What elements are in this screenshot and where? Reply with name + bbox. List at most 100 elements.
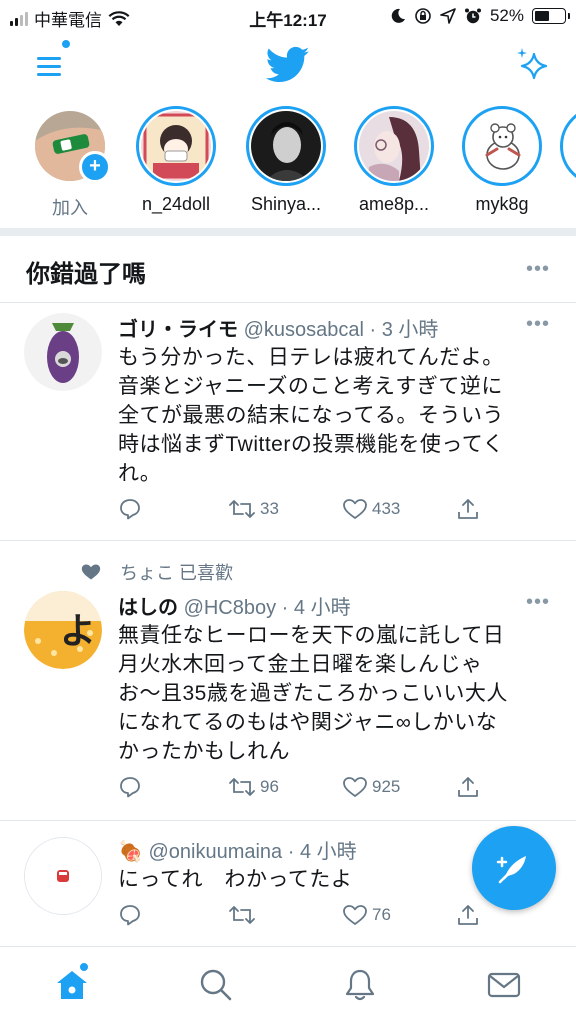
share-button[interactable] [456, 497, 480, 521]
tweet-line: もう分かった、日テレは疲れてんだよ。 [118, 346, 504, 369]
reply-button[interactable] [118, 497, 142, 521]
twitter-bird-icon[interactable] [266, 46, 310, 84]
share-button[interactable] [456, 903, 480, 927]
compose-tweet-button[interactable] [472, 826, 556, 910]
reply-button[interactable] [118, 903, 142, 927]
tab-messages[interactable] [484, 965, 524, 1005]
retweet-button[interactable]: 33 [228, 497, 279, 521]
tweet-actions: 96 925 [118, 775, 538, 805]
tweet-text: 無責任なヒーローを天下の嵐に託して日 月火水木回って金土日曜を楽しんじゃ お～且… [118, 621, 548, 766]
liked-by-label[interactable]: ちょこ 已喜歡 [120, 559, 233, 585]
battery-icon [532, 8, 570, 24]
heart-icon [343, 499, 367, 519]
fleet-add[interactable]: + 加入 [20, 106, 120, 220]
fleet-item[interactable]: ame8p... [344, 106, 444, 215]
section-divider [0, 228, 576, 236]
like-button[interactable]: 925 [342, 775, 400, 799]
like-button[interactable]: 76 [342, 903, 391, 927]
fleet-item[interactable]: Shinya... [236, 106, 336, 215]
like-count: 925 [372, 777, 401, 796]
tab-search[interactable] [196, 965, 236, 1005]
home-notification-dot [80, 963, 88, 971]
fleet-name: myk8g [475, 194, 529, 214]
tweet-line: になれてるのもはや関ジャニ∞しかいな [118, 711, 498, 734]
divider [0, 302, 576, 303]
sparkle-icon[interactable] [514, 46, 552, 84]
top-nav [0, 34, 576, 96]
share-icon [458, 499, 478, 519]
tab-home[interactable] [52, 965, 92, 1005]
svg-text:よ: よ [60, 611, 96, 652]
tweet-line: 時は悩まずTwitterの投票機能を使ってく [118, 433, 505, 456]
retweet-icon [229, 778, 255, 796]
status-bar: 中華電信 上午12:17 52% [0, 0, 576, 34]
tweet-author-name[interactable]: はしの [118, 597, 178, 619]
divider [0, 820, 576, 821]
avatar [251, 111, 321, 181]
fleet-name: Shinya... [250, 194, 322, 214]
bottom-tab-bar [0, 946, 576, 1025]
avatar[interactable] [24, 837, 102, 915]
reply-button[interactable] [118, 775, 142, 799]
avatar [141, 111, 211, 181]
tweet-more-icon[interactable]: ••• [526, 591, 550, 614]
tab-notifications[interactable] [340, 965, 380, 1005]
retweet-icon [229, 906, 255, 924]
bell-icon [345, 969, 375, 1001]
tweet-meta: @onikuumaina · 4 小時 [148, 841, 357, 863]
battery-percent: 52% [489, 6, 524, 25]
divider [0, 540, 576, 541]
tweet-more-icon[interactable]: ••• [526, 313, 550, 336]
tweet-line: かったかもしれん [118, 740, 290, 763]
retweet-button[interactable] [228, 903, 260, 927]
rotation-lock-icon [415, 8, 431, 24]
fleet-item-partial[interactable] [560, 106, 576, 186]
tweet-author-name[interactable]: 🍖 [118, 841, 143, 863]
tweet-line: れ。 [118, 462, 162, 485]
more-options-icon[interactable]: ••• [526, 258, 550, 281]
tweet-actions: 33 433 [118, 497, 538, 527]
tweet-meta: @kusosabcal · 3 小時 [243, 319, 439, 341]
avatar[interactable] [24, 313, 102, 391]
tweet-meta: @HC8boy · 4 小時 [183, 597, 351, 619]
menu-notification-dot [62, 40, 70, 48]
share-button[interactable] [456, 775, 480, 799]
menu-icon[interactable] [34, 50, 66, 82]
heart-icon [343, 905, 367, 925]
avatar [467, 111, 537, 181]
liked-heart-icon [81, 564, 101, 580]
tweet-actions: 76 [118, 903, 538, 933]
tweet-line: 月火水木回って金土日曜を楽しんじゃ [118, 653, 483, 676]
search-icon [200, 969, 232, 1001]
add-fleet-plus-icon[interactable]: + [79, 151, 111, 183]
heart-icon [343, 777, 367, 797]
fleet-name: n_24doll [141, 194, 211, 214]
tweet-line: 無責任なヒーローを天下の嵐に託して日 [118, 624, 505, 647]
retweet-icon [229, 500, 255, 518]
like-count: 433 [372, 499, 401, 518]
tweet-author-name[interactable]: ゴリ・ライモ [118, 319, 238, 341]
share-icon [458, 905, 478, 925]
retweet-count: 33 [260, 499, 279, 518]
alarm-icon [464, 8, 481, 24]
tweet-line: 全てが最悪の結末になってる。そういう [118, 404, 504, 427]
reply-icon [120, 499, 140, 520]
tweet-line: お～且35歳を過ぎたころかっこいい大人 [118, 682, 508, 705]
avatar[interactable]: よ [24, 591, 102, 669]
moon-icon [391, 8, 405, 23]
mail-icon [487, 972, 521, 998]
fleets-row: + 加入 n_24doll Shinya... ame8p... myk8g [0, 106, 576, 226]
home-icon [57, 971, 87, 999]
retweet-button[interactable]: 96 [228, 775, 279, 799]
like-count: 76 [372, 905, 391, 924]
reply-icon [120, 777, 140, 798]
fleet-name: ame8p... [358, 194, 430, 214]
fleet-name: 加入 [52, 198, 88, 218]
reply-icon [120, 905, 140, 926]
fleet-item[interactable]: n_24doll [126, 106, 226, 215]
avatar [359, 111, 429, 181]
fleet-item[interactable]: myk8g [452, 106, 552, 215]
retweet-count: 96 [260, 777, 279, 796]
tweet-text: もう分かった、日テレは疲れてんだよ。 音楽とジャニーズのこと考えすぎて逆に 全て… [118, 343, 548, 488]
like-button[interactable]: 433 [342, 497, 400, 521]
